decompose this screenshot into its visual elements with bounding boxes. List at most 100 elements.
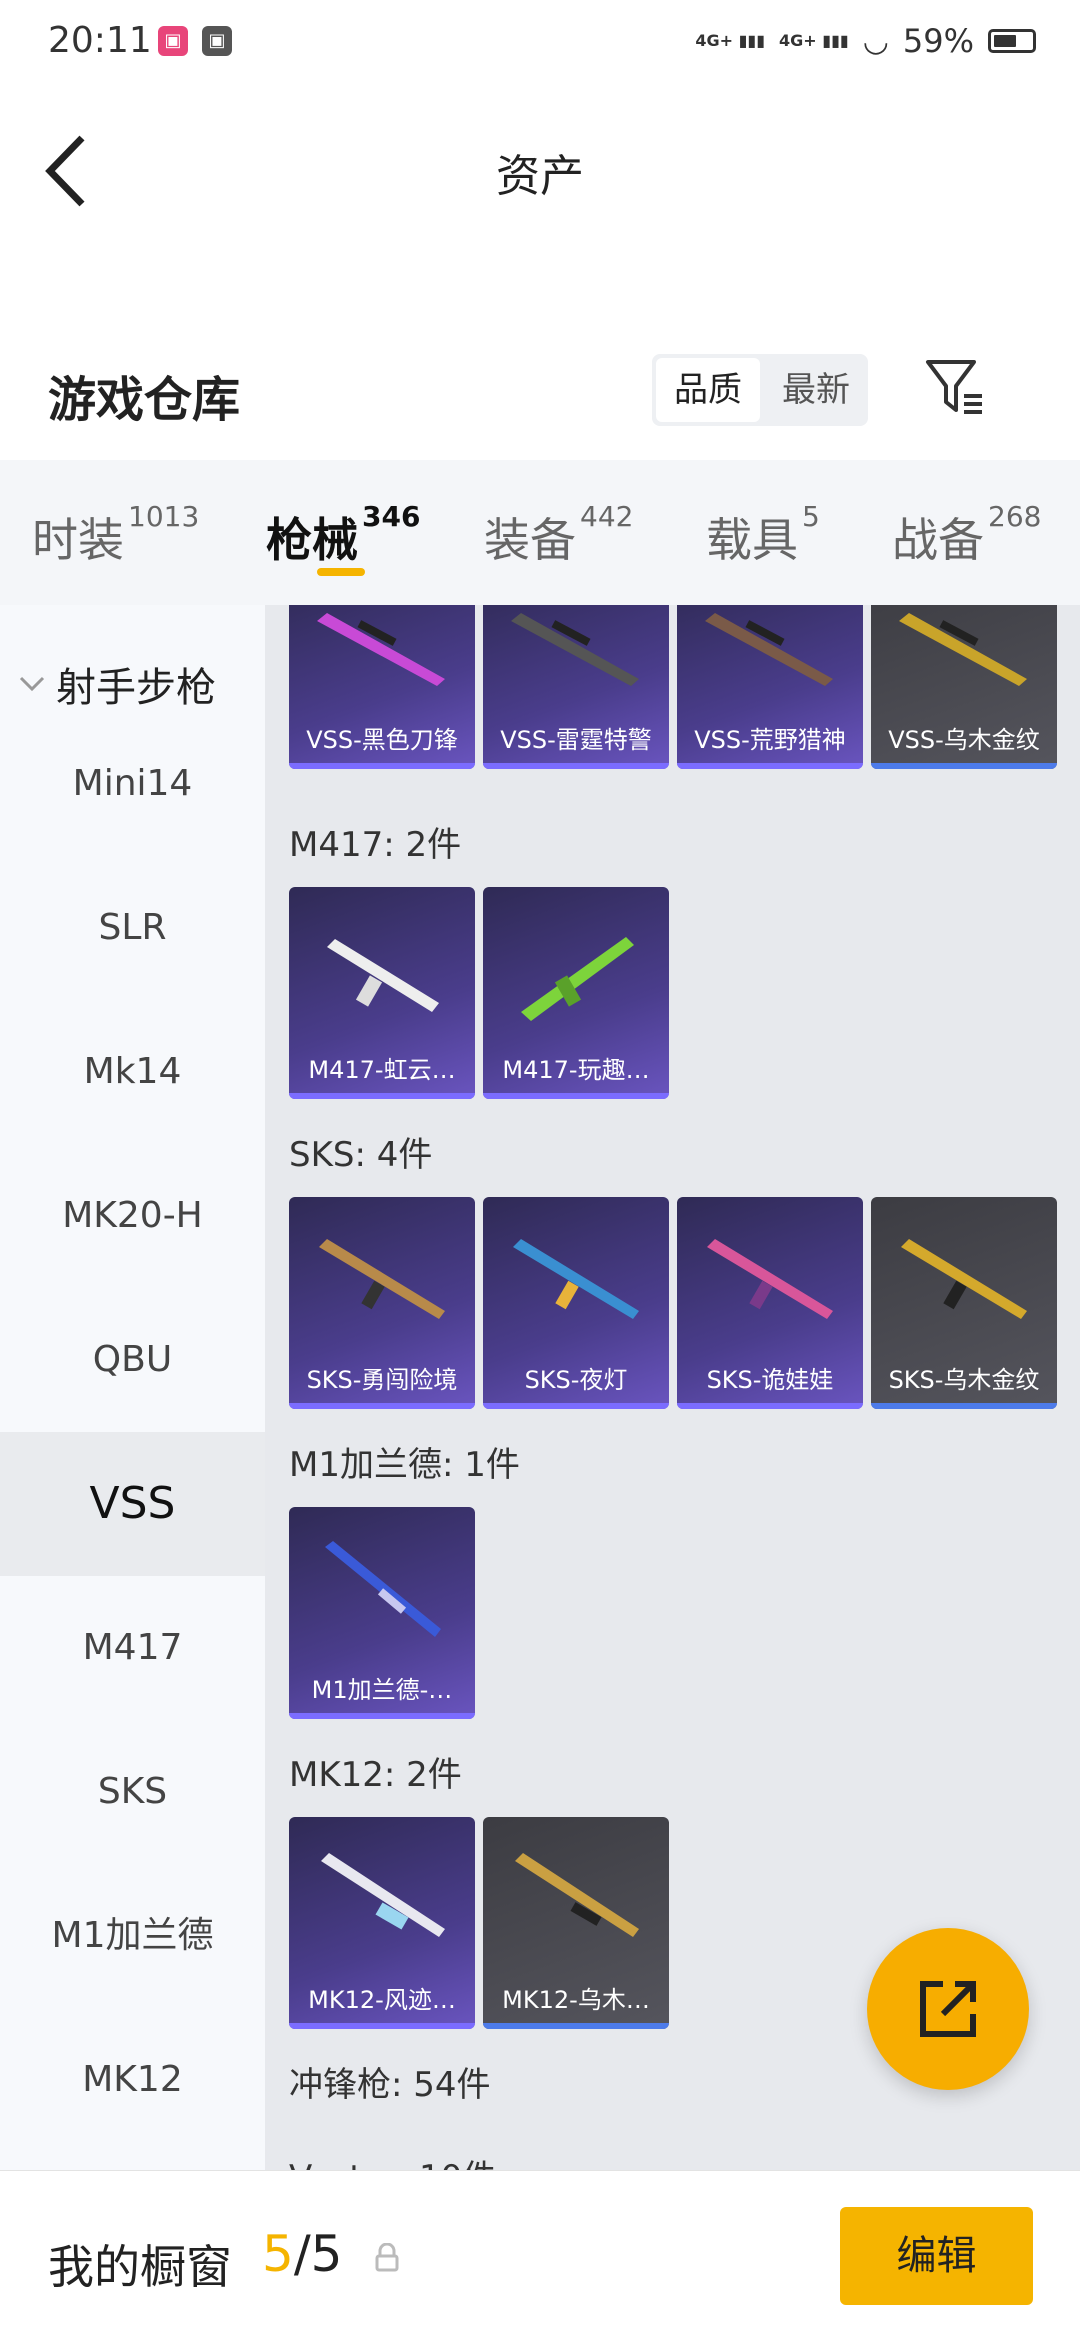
sidebar-item-slr[interactable]: SLR	[0, 856, 265, 1000]
sidebar-item-vss[interactable]: VSS	[0, 1432, 265, 1576]
skin-name: VSS-黑色刀锋	[306, 726, 458, 754]
skin-card[interactable]: SKS-夜灯	[483, 1197, 669, 1409]
rarity-bar	[289, 1713, 475, 1719]
tab-fashion[interactable]: 时装 1013	[32, 500, 199, 570]
group-title-smg: 冲锋枪: 54件	[289, 2065, 491, 2105]
tab-battle-gear[interactable]: 战备 268	[892, 500, 1041, 570]
edit-button[interactable]: 编辑	[840, 2207, 1033, 2305]
signal-icon-1: 4G+ ▮▮▮	[695, 31, 766, 50]
weapon-type-sidebar: 射手步枪 Mini14 SLR Mk14 MK20-H QBU VSS M417…	[0, 605, 265, 2170]
skin-card[interactable]: MK12-乌木…	[483, 1817, 669, 2029]
sidebar-item-m417[interactable]: M417	[0, 1576, 265, 1720]
skin-name: SKS-乌木金纹	[888, 1366, 1040, 1394]
sort-segmented-control: 品质 最新	[652, 354, 868, 426]
chevron-down-icon	[19, 676, 45, 692]
rarity-bar	[483, 1403, 669, 1409]
rarity-bar	[483, 2023, 669, 2029]
skin-name: SKS-勇闯险境	[306, 1366, 458, 1394]
rifle-icon	[511, 613, 639, 686]
sidebar-item-mk14[interactable]: Mk14	[0, 1000, 265, 1144]
group-title-mk12: MK12: 2件	[289, 1755, 462, 1795]
filter-icon	[926, 360, 982, 414]
group-title-sks: SKS: 4件	[289, 1135, 433, 1175]
skin-card[interactable]: SKS-勇闯险境	[289, 1197, 475, 1409]
skin-name: MK12-乌木…	[502, 1986, 650, 2014]
rifle-icon	[707, 1239, 833, 1319]
skin-name: VSS-乌木金纹	[888, 726, 1040, 754]
skin-name: VSS-荒野猎神	[694, 726, 846, 754]
signal-icon-2: 4G+ ▮▮▮	[779, 31, 849, 50]
skin-card[interactable]: MK12-风迹…	[289, 1817, 475, 2029]
skin-card[interactable]: VSS-黑色刀锋	[289, 605, 475, 769]
skin-card[interactable]: SKS-诡娃娃	[677, 1197, 863, 1409]
skin-card[interactable]: VSS-乌木金纹	[871, 605, 1057, 769]
rifle-icon	[321, 1853, 445, 1937]
skin-name: MK12-风迹…	[308, 1986, 456, 2014]
sort-newest-option[interactable]: 最新	[764, 354, 868, 426]
showcase-count: 5/5	[262, 2225, 343, 2283]
app-header: 资产	[0, 86, 1080, 246]
showcase-label: 我的橱窗	[48, 2240, 232, 2294]
rifle-icon	[521, 937, 634, 1021]
rarity-bar	[677, 1403, 863, 1409]
rarity-bar	[677, 763, 863, 769]
filter-button[interactable]	[924, 356, 986, 418]
rarity-bar	[289, 2023, 475, 2029]
sidebar-item-qbu[interactable]: QBU	[0, 1288, 265, 1432]
section-title: 游戏仓库	[48, 372, 241, 428]
skin-card[interactable]: SKS-乌木金纹	[871, 1197, 1057, 1409]
rarity-bar	[483, 763, 669, 769]
rarity-bar	[871, 763, 1057, 769]
sidebar-item-mini14[interactable]: Mini14	[0, 712, 265, 856]
skin-card[interactable]: M417-玩趣…	[483, 887, 669, 1099]
sidebar-item-sks[interactable]: SKS	[0, 1720, 265, 1864]
rarity-bar	[289, 1403, 475, 1409]
tab-vehicles[interactable]: 载具 5	[706, 500, 820, 570]
status-icons: 4G+ ▮▮▮ 4G+ ▮▮▮ ◡ 59%	[695, 22, 1036, 60]
rifle-icon	[327, 939, 439, 1012]
rifle-icon	[899, 613, 1027, 686]
sidebar-group-label: 射手步枪	[56, 665, 216, 711]
share-export-icon	[920, 1981, 976, 2037]
skin-card[interactable]: M1加兰德-…	[289, 1507, 475, 1719]
skin-card[interactable]: VSS-荒野猎神	[677, 605, 863, 769]
lock-icon	[375, 2243, 399, 2272]
sidebar-item-mk20h[interactable]: MK20-H	[0, 1144, 265, 1288]
skin-name: SKS-诡娃娃	[706, 1366, 834, 1394]
skin-name: M417-虹云…	[308, 1056, 456, 1084]
battery-icon	[988, 29, 1036, 53]
rarity-bar	[289, 1093, 475, 1099]
wifi-icon: ◡	[862, 23, 889, 59]
active-tab-indicator	[317, 568, 365, 576]
battery-text: 59%	[902, 22, 974, 60]
skin-name: SKS-夜灯	[524, 1366, 628, 1394]
group-title-m417: M417: 2件	[289, 825, 462, 865]
app-notification-icon: ▣	[158, 26, 188, 56]
tab-guns[interactable]: 枪械 346	[266, 500, 420, 570]
category-tabs: 时装 1013 枪械 346 装备 442 载具 5 战备 268	[0, 460, 1080, 605]
skin-name: M1加兰德-…	[311, 1676, 453, 1704]
page-title: 资产	[496, 151, 584, 202]
group-title-m1-garand: M1加兰德: 1件	[289, 1445, 520, 1485]
skin-name: VSS-雷霆特警	[500, 726, 652, 754]
rarity-bar	[289, 763, 475, 769]
warehouse-section-header: 游戏仓库 品质 最新	[0, 330, 1080, 450]
rifle-icon	[317, 613, 445, 686]
rarity-bar	[871, 1403, 1057, 1409]
sidebar-item-mk12[interactable]: MK12	[0, 2008, 265, 2152]
rifle-icon	[513, 1239, 639, 1319]
rifle-icon	[515, 1853, 639, 1937]
skin-card[interactable]: VSS-雷霆特警	[483, 605, 669, 769]
skin-card[interactable]: M417-虹云…	[289, 887, 475, 1099]
sort-quality-option[interactable]: 品质	[656, 358, 760, 422]
showcase-bottom-bar: 我的橱窗 5/5 编辑	[0, 2170, 1080, 2340]
share-fab-button[interactable]	[867, 1928, 1029, 2090]
rifle-icon	[325, 1541, 441, 1637]
rifle-icon	[901, 1239, 1027, 1319]
sidebar-item-m1-garand[interactable]: M1加兰德	[0, 1864, 265, 2008]
group-title-vector: Vector: 10件	[289, 2150, 496, 2170]
status-bar: 20:11 ▣ ▣ 4G+ ▮▮▮ 4G+ ▮▮▮ ◡ 59%	[0, 0, 1080, 86]
sidebar-group-header[interactable]: 射手步枪	[18, 655, 216, 713]
taobao-notification-icon: ▣	[202, 26, 232, 56]
tab-equipment[interactable]: 装备 442	[484, 500, 633, 570]
